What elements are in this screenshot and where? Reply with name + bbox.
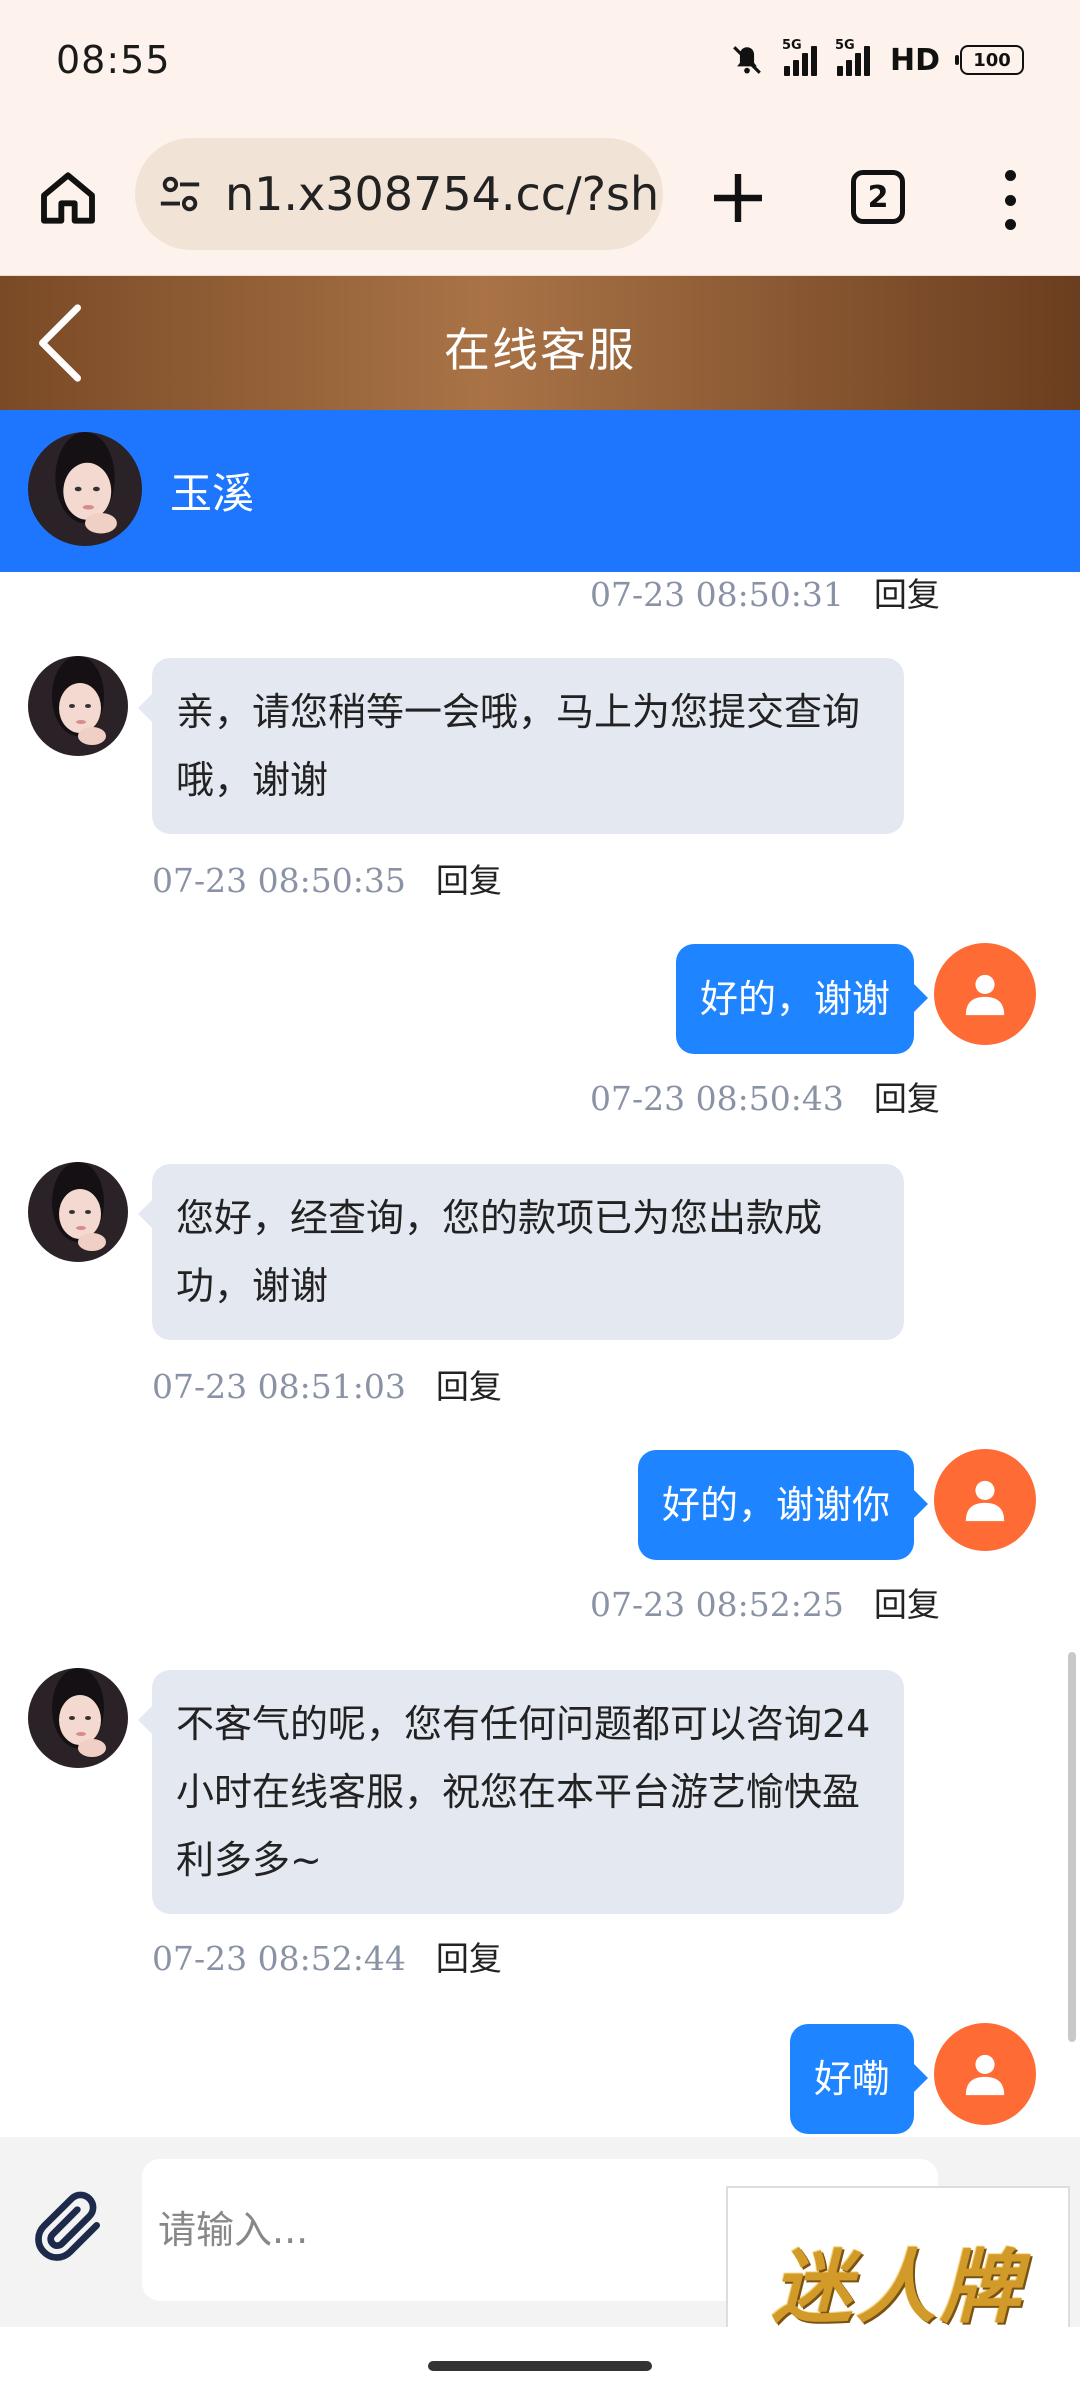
user-avatar bbox=[934, 1449, 1036, 1551]
battery-level: 100 bbox=[973, 49, 1011, 71]
browser-toolbar: n1.x308754.cc/?sh 2 bbox=[0, 126, 1080, 276]
reply-button[interactable]: 回复 bbox=[874, 1585, 940, 1624]
message-time: 07-23 08:50:31 bbox=[590, 575, 844, 614]
chat-area[interactable]: 07-23 08:50:31 回复 亲，请您稍等一会哦，马上为您提交查询哦，谢谢 … bbox=[0, 572, 1080, 2137]
user-message-bubble: 好的，谢谢你 bbox=[637, 1450, 929, 1560]
user-icon bbox=[965, 2054, 1005, 2096]
site-settings-icon[interactable] bbox=[157, 171, 203, 217]
hd-voice-icon: HD bbox=[889, 42, 940, 78]
status-bar: 08:55 5G 5G HD 100 bbox=[0, 0, 1080, 126]
message-time: 07-23 08:51:03 bbox=[152, 1367, 406, 1406]
user-icon bbox=[965, 974, 1005, 1016]
brand-text: 迷人牌 bbox=[772, 2240, 1024, 2334]
reply-button[interactable]: 回复 bbox=[436, 1367, 502, 1406]
chat-scrollbar[interactable] bbox=[1068, 1652, 1076, 2042]
reply-button[interactable]: 回复 bbox=[436, 1939, 502, 1978]
url-bar[interactable]: n1.x308754.cc/?sh bbox=[135, 138, 663, 250]
more-menu-icon[interactable] bbox=[990, 170, 1030, 230]
user-message-bubble: 好嘞 bbox=[789, 2024, 929, 2134]
message-time: 07-23 08:52:25 bbox=[590, 1585, 844, 1624]
agent-message-bubble: 亲，请您稍等一会哦，马上为您提交查询哦，谢谢 bbox=[138, 658, 904, 834]
status-time: 08:55 bbox=[56, 38, 171, 82]
reply-button[interactable]: 回复 bbox=[436, 861, 502, 900]
system-nav-bar bbox=[0, 2327, 1080, 2400]
home-gesture-handle[interactable] bbox=[428, 2361, 652, 2371]
user-icon bbox=[965, 1480, 1005, 1522]
user-avatar bbox=[934, 2023, 1036, 2125]
page-title: 在线客服 bbox=[444, 323, 636, 377]
message-meta: 07-23 08:52:25 回复 bbox=[590, 1578, 940, 1626]
agent-message-avatar bbox=[28, 1162, 128, 1262]
user-avatar bbox=[934, 943, 1036, 1045]
signal-5g-icon-2: 5G bbox=[835, 38, 870, 76]
message-meta: 07-23 08:51:03 回复 bbox=[152, 1360, 502, 1408]
paperclip-icon[interactable] bbox=[30, 2187, 110, 2267]
signal-5g-icon-1: 5G bbox=[782, 38, 817, 76]
new-tab-icon[interactable] bbox=[706, 166, 770, 230]
agent-message-bubble: 您好，经查询，您的款项已为您出款成功，谢谢 bbox=[138, 1164, 904, 1340]
message-time: 07-23 08:50:43 bbox=[590, 1079, 844, 1118]
message-meta: 07-23 08:50:31 回复 bbox=[590, 572, 940, 616]
url-text[interactable]: n1.x308754.cc/?sh bbox=[225, 167, 659, 221]
agent-message-avatar bbox=[28, 656, 128, 756]
message-time: 07-23 08:50:35 bbox=[152, 861, 406, 900]
agent-message-avatar bbox=[28, 1668, 128, 1768]
message-time: 07-23 08:52:44 bbox=[152, 1939, 406, 1978]
user-message-bubble: 好的，谢谢 bbox=[675, 944, 929, 1054]
reply-button[interactable]: 回复 bbox=[874, 575, 940, 614]
status-icons: 5G 5G HD 100 bbox=[730, 38, 1024, 80]
agent-name: 玉溪 bbox=[170, 469, 255, 518]
agent-message-bubble: 不客气的呢，您有任何问题都可以咨询24小时在线客服，祝您在本平台游艺愉快盈利多多… bbox=[138, 1670, 904, 1914]
message-meta: 07-23 08:50:35 回复 bbox=[152, 854, 502, 902]
agent-header: 玉溪 bbox=[0, 410, 1080, 572]
tab-switcher-button[interactable]: 2 bbox=[851, 170, 905, 224]
home-icon[interactable] bbox=[36, 166, 100, 230]
tab-count: 2 bbox=[867, 179, 889, 215]
page-header: 在线客服 bbox=[0, 276, 1080, 410]
mute-bell-icon bbox=[733, 46, 761, 74]
reply-button[interactable]: 回复 bbox=[874, 1079, 940, 1118]
message-meta: 07-23 08:52:44 回复 bbox=[152, 1932, 502, 1980]
message-meta: 07-23 08:50:43 回复 bbox=[590, 1072, 940, 1120]
agent-avatar bbox=[28, 432, 142, 546]
battery-icon: 100 bbox=[955, 45, 1024, 75]
